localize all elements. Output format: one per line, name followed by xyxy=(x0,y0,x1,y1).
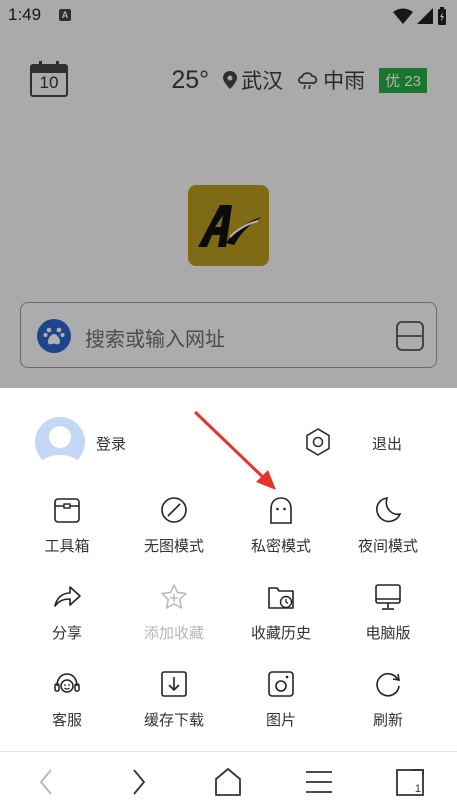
menu-item-label: 客服 xyxy=(51,711,82,729)
headset-icon xyxy=(54,673,80,693)
toolbox-icon xyxy=(54,498,80,523)
menu-item-label: 收藏历史 xyxy=(250,624,311,642)
ghost-icon xyxy=(270,497,292,524)
home-button[interactable] xyxy=(212,766,244,798)
menu-item-customer-service[interactable]: 客服 xyxy=(10,669,124,749)
home-icon xyxy=(215,768,241,796)
menu-item-label: 添加收藏 xyxy=(143,624,204,642)
menu-item-label: 分享 xyxy=(51,624,82,642)
menu-item-label: 工具箱 xyxy=(44,537,90,555)
menu-icon xyxy=(306,771,332,793)
menu-item-refresh[interactable]: 刷新 xyxy=(331,669,445,749)
bottom-navbar: 1 xyxy=(0,752,457,812)
share-icon xyxy=(54,586,81,607)
dim-overlay[interactable] xyxy=(0,0,457,388)
tab-count: 1 xyxy=(414,783,421,795)
menu-item-desktop[interactable]: 电脑版 xyxy=(331,582,445,662)
menu-item-toolbox[interactable]: 工具箱 xyxy=(10,495,124,575)
forward-button[interactable] xyxy=(122,766,154,798)
menu-item-label: 夜间模式 xyxy=(357,537,418,555)
chevron-right-icon xyxy=(133,769,146,795)
menu-item-images[interactable]: 图片 xyxy=(224,669,338,749)
account-row: 登录 退出 xyxy=(0,388,457,488)
menu-item-label: 无图模式 xyxy=(143,537,204,555)
login-button[interactable]: 登录 xyxy=(96,433,126,454)
settings-icon[interactable] xyxy=(305,428,331,456)
menu-item-label: 缓存下载 xyxy=(143,711,204,729)
tabs-button[interactable]: 1 xyxy=(394,766,426,798)
menu-item-label: 刷新 xyxy=(372,711,403,729)
refresh-icon xyxy=(376,673,400,697)
menu-item-night[interactable]: 夜间模式 xyxy=(331,495,445,575)
menu-item-share[interactable]: 分享 xyxy=(10,582,124,662)
menu-sheet: 登录 退出 工具箱 无图模式 私密模式 夜间模式 分享 添加收藏 收藏历史 电脑… xyxy=(0,388,457,812)
menu-item-label: 私密模式 xyxy=(250,537,311,555)
menu-item-add-favorite[interactable]: 添加收藏 xyxy=(117,582,231,662)
image-icon xyxy=(268,671,294,697)
menu-item-no-image[interactable]: 无图模式 xyxy=(117,495,231,575)
moon-icon xyxy=(376,497,402,523)
back-button[interactable] xyxy=(31,766,63,798)
desktop-icon xyxy=(375,584,401,610)
avatar[interactable] xyxy=(35,417,85,467)
menu-item-label: 图片 xyxy=(265,711,296,729)
tabs-icon xyxy=(396,769,424,796)
star-add-icon xyxy=(161,584,187,609)
menu-item-label: 电脑版 xyxy=(365,624,411,642)
chevron-left-icon xyxy=(39,769,52,795)
menu-item-favorites-history[interactable]: 收藏历史 xyxy=(224,582,338,662)
menu-item-private[interactable]: 私密模式 xyxy=(224,495,338,575)
folder-history-icon xyxy=(268,587,294,609)
download-icon xyxy=(161,671,187,697)
logout-button[interactable]: 退出 xyxy=(372,433,402,454)
no-image-icon xyxy=(161,497,187,523)
menu-button[interactable] xyxy=(303,766,335,798)
menu-item-cache-download[interactable]: 缓存下载 xyxy=(117,669,231,749)
